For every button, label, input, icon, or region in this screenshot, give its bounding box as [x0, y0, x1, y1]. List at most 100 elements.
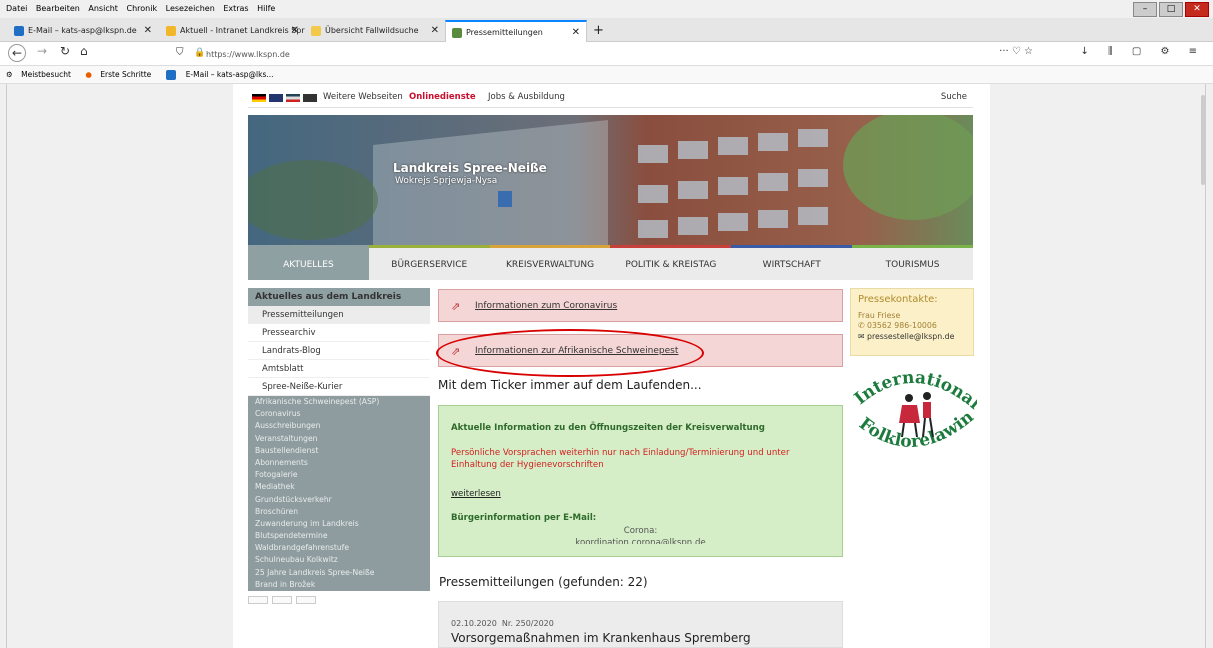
sidebar-item-pressemitteilungen[interactable]: Pressemitteilungen	[248, 306, 430, 324]
minimize-button[interactable]: –	[1133, 2, 1157, 17]
press-number: Nr. 250/2020	[501, 619, 554, 628]
sidebar-item-abonnements[interactable]: Abonnements	[248, 457, 430, 469]
sidebar-item-pressearchiv[interactable]: Pressearchiv	[248, 324, 430, 342]
toolbar-icons[interactable]: ↓ ⫼ ▢ ⚙ ≡	[1081, 46, 1206, 57]
mail-icon: ✉	[858, 332, 868, 341]
url-field[interactable]: https://www.lkspn.de	[206, 46, 1041, 63]
menu-datei[interactable]: Datei	[6, 0, 27, 18]
nav-kreisverwaltung[interactable]: KREISVERWALTUNG	[489, 245, 611, 280]
press-release-item[interactable]: 02.10.2020 Nr. 250/2020 Vorsorgemaßnahme…	[438, 601, 843, 648]
nav-politik[interactable]: POLITIK & KREISTAG	[610, 245, 732, 280]
sidebar-item-amtsblatt[interactable]: Amtsblatt	[248, 360, 430, 378]
sidebar-item-baustellendienst[interactable]: Baustellendienst	[248, 445, 430, 457]
bookmark-email[interactable]: E-Mail – kats-asp@lks...	[160, 70, 274, 80]
tab-fallwild[interactable]: Übersicht Fallwildsuche ✕	[305, 20, 445, 42]
sorbian-flag-icon[interactable]	[286, 94, 300, 102]
nav-wirtschaft[interactable]: WIRTSCHAFT	[731, 245, 853, 280]
tab-label: Pressemitteilungen	[466, 28, 543, 37]
folder-icon	[311, 25, 321, 36]
press-contacts-box: Pressekontakte: Frau Friese ✆ 03562 986-…	[850, 288, 974, 356]
menu-ansicht[interactable]: Ansicht	[88, 0, 118, 18]
close-tab-icon[interactable]: ✕	[431, 20, 439, 42]
sidebar-item-coronavirus[interactable]: Coronavirus	[248, 408, 430, 420]
sidebar-item-waldbrand[interactable]: Waldbrandgefahrenstufe	[248, 542, 430, 554]
tab-pressemitteilungen[interactable]: Pressemitteilungen ✕	[445, 20, 587, 42]
buergerinfo-heading: Bürgerinformation per E-Mail:	[451, 513, 597, 523]
uk-flag-icon[interactable]	[269, 94, 283, 102]
lkspn-icon	[452, 27, 462, 38]
close-tab-icon[interactable]: ✕	[144, 20, 152, 42]
header-banner: Landkreis Spree-Neiße Wokrejs Sprjewja-N…	[248, 115, 973, 245]
link-jobs[interactable]: Jobs & Ausbildung	[488, 86, 565, 108]
menu-extras[interactable]: Extras	[223, 0, 248, 18]
sidebar-item-schulneubau[interactable]: Schulneubau Kolkwitz	[248, 554, 430, 566]
scrollbar-thumb[interactable]	[1201, 95, 1205, 185]
sidebar-item-zuwanderung[interactable]: Zuwanderung im Landkreis	[248, 518, 430, 530]
bookmark-label: Meistbesucht	[21, 70, 71, 79]
close-tab-icon[interactable]: ✕	[291, 20, 299, 42]
bookmark-meistbesucht[interactable]: ⚙ Meistbesucht	[6, 70, 71, 79]
building-image	[248, 115, 973, 245]
menu-hilfe[interactable]: Hilfe	[257, 0, 275, 18]
link-weitere-webseiten[interactable]: Weitere Webseiten	[323, 86, 403, 108]
sidebar-item-veranstaltungen[interactable]: Veranstaltungen	[248, 433, 430, 445]
nav-buergerservice[interactable]: BÜRGERSERVICE	[368, 245, 490, 280]
press-date: 02.10.2020	[451, 619, 497, 628]
red-highlight-ellipse	[436, 329, 704, 377]
search-link[interactable]: Suche	[941, 86, 967, 108]
sidebar-item-grundstuecksverkehr[interactable]: Grundstücksverkehr	[248, 494, 430, 506]
nav-aktuelles[interactable]: AKTUELLES	[248, 245, 369, 280]
corona-link[interactable]: Informationen zum Coronavirus	[475, 301, 617, 311]
sidebar-item-ausschreibungen[interactable]: Ausschreibungen	[248, 420, 430, 432]
sidebar: Aktuelles aus dem Landkreis Pressemittei…	[248, 288, 430, 638]
folklorelawine-logo[interactable]: Internationale Folklorelawine	[842, 348, 985, 463]
german-flag-icon[interactable]	[252, 94, 266, 102]
sidebar-item-brand-brozek[interactable]: Brand in Brožek	[248, 579, 430, 591]
link-onlinedienste[interactable]: Onlinedienste	[409, 86, 476, 108]
weiterlesen-link[interactable]: weiterlesen	[451, 489, 830, 499]
corona-email[interactable]: koordination.corona@lkspn.de	[451, 537, 830, 544]
sidebar-item-landrats-blog[interactable]: Landrats-Blog	[248, 342, 430, 360]
lock-icon: 🔒	[194, 48, 206, 58]
tab-email[interactable]: E-Mail – kats-asp@lkspn.de ✕	[8, 20, 158, 42]
forward-button[interactable]: →	[37, 44, 47, 58]
nav-tourismus[interactable]: TOURISMUS	[852, 245, 973, 280]
maximize-button[interactable]: □	[1159, 2, 1183, 17]
bookmark-label: E-Mail – kats-asp@lks...	[185, 70, 274, 79]
sidebar-item-asp[interactable]: Afrikanische Schweinepest (ASP)	[248, 396, 430, 408]
bookmark-erste-schritte[interactable]: ● Erste Schritte	[79, 70, 151, 79]
sidebar-item-broschueren[interactable]: Broschüren	[248, 506, 430, 518]
logo-graphic: Internationale Folklorelawine	[842, 348, 985, 452]
small-button[interactable]	[272, 596, 292, 604]
home-button[interactable]: ⌂	[80, 44, 88, 58]
ticker-heading: Mit dem Ticker immer auf dem Laufenden..…	[438, 378, 702, 392]
reload-button[interactable]: ↻	[60, 44, 70, 58]
press-contact-mail[interactable]: pressestelle@lkspn.de	[867, 332, 954, 341]
outlook-icon	[165, 70, 176, 80]
sidebar-item-fotogalerie[interactable]: Fotogalerie	[248, 469, 430, 481]
header-title: Landkreis Spree-Neiße	[393, 161, 547, 175]
corona-info-box[interactable]: ⇗ Informationen zum Coronavirus	[438, 289, 843, 322]
sidebar-item-mediathek[interactable]: Mediathek	[248, 481, 430, 493]
menu-bearbeiten[interactable]: Bearbeiten	[36, 0, 80, 18]
external-link-icon: ⇗	[451, 300, 461, 313]
close-window-button[interactable]: ✕	[1185, 2, 1209, 17]
menu-chronik[interactable]: Chronik	[126, 0, 157, 18]
small-button[interactable]	[296, 596, 316, 604]
new-tab-button[interactable]: +	[590, 20, 610, 42]
sidebar-small-buttons	[248, 596, 430, 604]
sidebar-item-kurier[interactable]: Spree-Neiße-Kurier	[248, 378, 430, 396]
language-flag-icon[interactable]	[303, 94, 317, 102]
sidebar-heading: Aktuelles aus dem Landkreis	[248, 288, 430, 306]
main-navigation: AKTUELLES BÜRGERSERVICE KREISVERWALTUNG …	[248, 245, 973, 280]
press-title[interactable]: Vorsorgemaßnahmen im Krankenhaus Sprembe…	[451, 631, 830, 645]
sidebar-item-blutspende[interactable]: Blutspendetermine	[248, 530, 430, 542]
menu-lesezeichen[interactable]: Lesezeichen	[166, 0, 215, 18]
small-button[interactable]	[248, 596, 268, 604]
sidebar-item-25-jahre[interactable]: 25 Jahre Landkreis Spree-Neiße	[248, 567, 430, 579]
ticker-box: Aktuelle Information zu den Öffnungszeit…	[438, 405, 843, 557]
tab-intranet[interactable]: Aktuell - Intranet Landkreis Spr ✕	[160, 20, 305, 42]
shield-icon[interactable]: ⛉	[176, 47, 184, 58]
close-tab-icon[interactable]: ✕	[572, 22, 580, 42]
back-button[interactable]: ←	[8, 44, 26, 62]
